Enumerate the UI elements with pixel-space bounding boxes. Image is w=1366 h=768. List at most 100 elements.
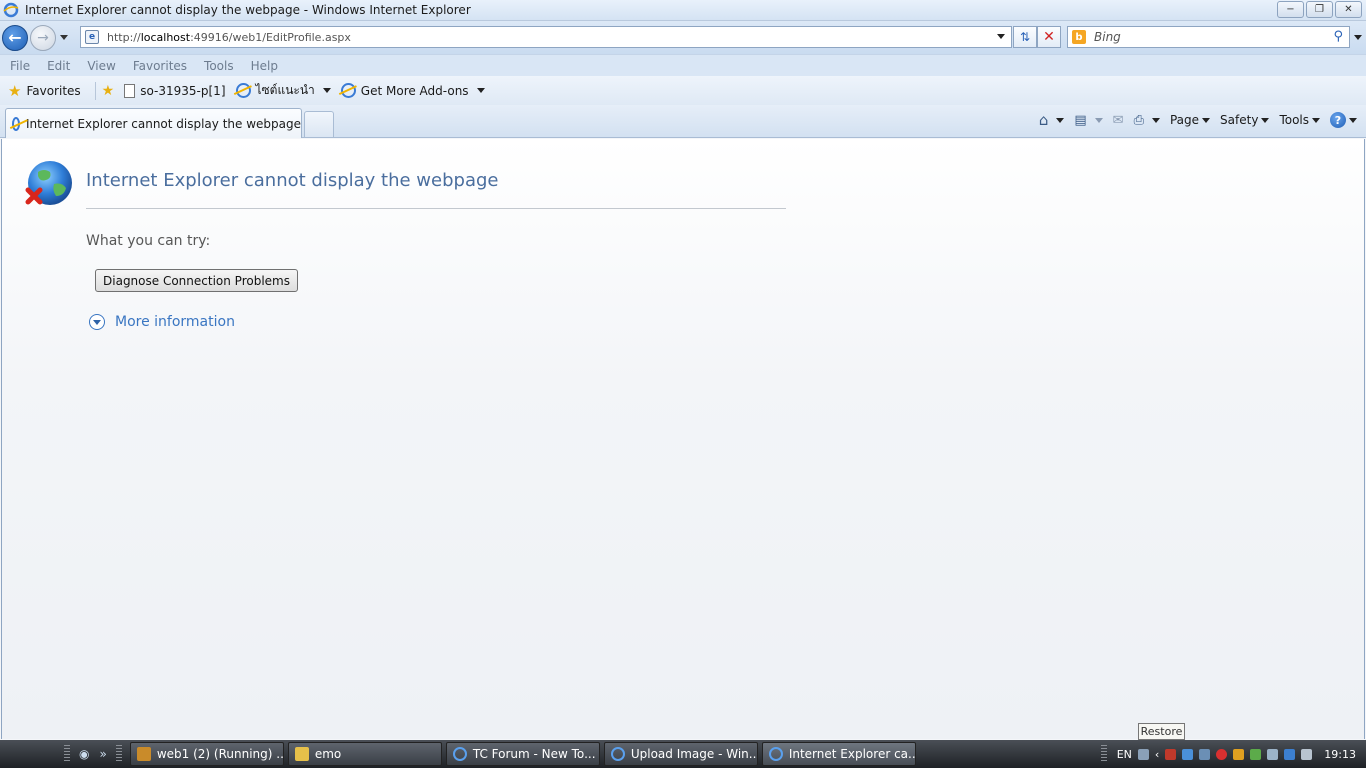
stop-button[interactable]: ✕: [1037, 26, 1061, 48]
home-icon: ⌂: [1038, 111, 1049, 129]
bing-icon: b: [1072, 30, 1086, 44]
menu-tools[interactable]: Tools: [204, 59, 234, 73]
title-divider: [86, 208, 786, 209]
forward-button[interactable]: →: [30, 24, 56, 51]
taskbar-item-tc-forum[interactable]: TC Forum - New To...: [445, 742, 600, 766]
printer-icon: ⎙: [1133, 112, 1144, 128]
page-menu-button[interactable]: Page: [1167, 113, 1213, 127]
menu-file[interactable]: File: [10, 59, 30, 73]
read-mail-button[interactable]: ✉: [1110, 113, 1127, 128]
page-content: Internet Explorer cannot display the web…: [1, 139, 1365, 739]
search-options-dropdown[interactable]: [1354, 35, 1362, 40]
print-button[interactable]: ⎙: [1131, 113, 1163, 128]
favorite-link-get-addons[interactable]: Get More Add-ons: [340, 83, 485, 98]
menu-edit[interactable]: Edit: [47, 59, 70, 73]
taskbar-item-upload-image[interactable]: Upload Image - Win...: [603, 742, 758, 766]
restore-tooltip: Restore: [1138, 723, 1185, 740]
try-heading: What you can try:: [86, 233, 211, 249]
arrow-right-icon: →: [37, 29, 49, 46]
menu-bar: File Edit View Favorites Tools Help: [0, 54, 1366, 76]
taskbar-grip[interactable]: [64, 745, 70, 763]
rss-icon: ▤: [1074, 112, 1087, 128]
help-icon: ?: [1330, 112, 1346, 128]
antivirus-icon[interactable]: [1165, 748, 1177, 760]
chevron-down-icon: [1261, 117, 1270, 123]
restore-button[interactable]: ❐: [1306, 1, 1333, 18]
show-desktop-icon[interactable]: ◉: [79, 747, 89, 761]
tab-bar: Internet Explorer cannot display the web…: [0, 105, 1366, 138]
refresh-button[interactable]: ⇅: [1013, 26, 1037, 48]
ie-icon: [12, 116, 21, 131]
chevron-down-icon: [1349, 117, 1357, 123]
chevron-down-icon: [89, 314, 105, 330]
page-icon: e: [85, 30, 99, 44]
keyboard-icon[interactable]: [1137, 748, 1149, 760]
favorite-link-suggested-sites[interactable]: ไซต์แนะนำ: [235, 81, 331, 100]
new-tab-button[interactable]: [304, 111, 334, 137]
ie-icon: [768, 747, 783, 761]
volume-icon[interactable]: [1301, 748, 1313, 760]
language-indicator[interactable]: EN: [1117, 748, 1132, 761]
minimize-button[interactable]: −: [1277, 1, 1304, 18]
ie-icon: [235, 83, 251, 98]
folder-icon: [294, 747, 309, 761]
home-button[interactable]: ⌂: [1036, 111, 1068, 129]
search-placeholder: Bing: [1094, 30, 1121, 44]
tray-grip[interactable]: [1100, 745, 1107, 763]
recent-pages-dropdown[interactable]: [60, 35, 68, 40]
menu-help[interactable]: Help: [251, 59, 278, 73]
search-input[interactable]: b Bing ⚲: [1067, 26, 1350, 48]
tools-menu-button[interactable]: Tools: [1276, 113, 1323, 127]
mail-icon: ✉: [1112, 112, 1124, 128]
star-icon: ★: [8, 81, 22, 100]
chevron-down-icon: [1312, 117, 1320, 123]
favorites-button[interactable]: ★ Favorites: [8, 82, 81, 100]
favorite-link-so-31935[interactable]: so-31935-p[1]: [124, 83, 226, 98]
taskbar-grip[interactable]: [115, 745, 122, 763]
favorites-bar: ★ Favorites ★ so-31935-p[1] ไซต์แนะนำ Ge…: [0, 76, 1366, 105]
more-information-link[interactable]: More information: [115, 314, 235, 330]
menu-favorites[interactable]: Favorites: [133, 59, 187, 73]
chevron-down-icon: [322, 88, 331, 93]
user-icon[interactable]: [1199, 748, 1211, 760]
taskbar-item-emo[interactable]: emo: [287, 742, 442, 766]
feeds-button[interactable]: ▤: [1071, 113, 1105, 128]
internet-explorer-icon: [3, 2, 19, 18]
network-icon[interactable]: [1182, 748, 1194, 760]
back-button[interactable]: ←: [2, 24, 28, 51]
chevron-down-icon: [1056, 117, 1065, 123]
system-tray: EN ‹ 19:13: [1097, 740, 1366, 768]
window-title-bar: Internet Explorer cannot display the web…: [0, 0, 1366, 21]
tab-active[interactable]: Internet Explorer cannot display the web…: [5, 108, 302, 138]
display-icon[interactable]: [1284, 748, 1296, 760]
add-to-favorites-icon[interactable]: ★: [102, 83, 115, 99]
close-window-button[interactable]: ✕: [1335, 1, 1362, 18]
chevron-left-icon[interactable]: ‹: [1155, 748, 1159, 761]
diagnose-connection-button[interactable]: Diagnose Connection Problems: [95, 269, 298, 292]
chevron-right-icon[interactable]: »: [99, 747, 106, 761]
error-icon[interactable]: [1216, 748, 1228, 760]
chevron-down-icon: [476, 88, 485, 93]
command-bar: ⌂ ▤ ✉ ⎙ Page Safety Tools ?: [1036, 111, 1360, 129]
menu-view[interactable]: View: [87, 59, 115, 73]
safety-menu-button[interactable]: Safety: [1217, 113, 1272, 127]
visual-studio-icon: [136, 747, 151, 761]
refresh-icon: ⇅: [1019, 30, 1031, 44]
power-icon[interactable]: [1267, 748, 1279, 760]
chevron-down-icon: [1202, 117, 1211, 123]
taskbar-item-web1[interactable]: web1 (2) (Running) ...: [129, 742, 284, 766]
help-button[interactable]: ?: [1327, 112, 1360, 128]
separator: [94, 81, 96, 100]
address-dropdown-icon[interactable]: [997, 34, 1005, 39]
page-title: Internet Explorer cannot display the web…: [86, 170, 499, 191]
clock[interactable]: 19:13: [1324, 748, 1356, 761]
chevron-down-icon: [1151, 117, 1160, 123]
taskbar-item-internet-explorer[interactable]: Internet Explorer ca...: [761, 742, 916, 766]
more-information-toggle[interactable]: More information: [89, 314, 235, 330]
address-input[interactable]: e http://localhost:49916/web1/EditProfil…: [80, 26, 1012, 48]
ie-icon: [340, 83, 356, 98]
wireless-icon[interactable]: [1250, 748, 1262, 760]
update-icon[interactable]: [1233, 748, 1245, 760]
chevron-down-icon: [1094, 117, 1103, 123]
search-icon[interactable]: ⚲: [1333, 29, 1343, 44]
